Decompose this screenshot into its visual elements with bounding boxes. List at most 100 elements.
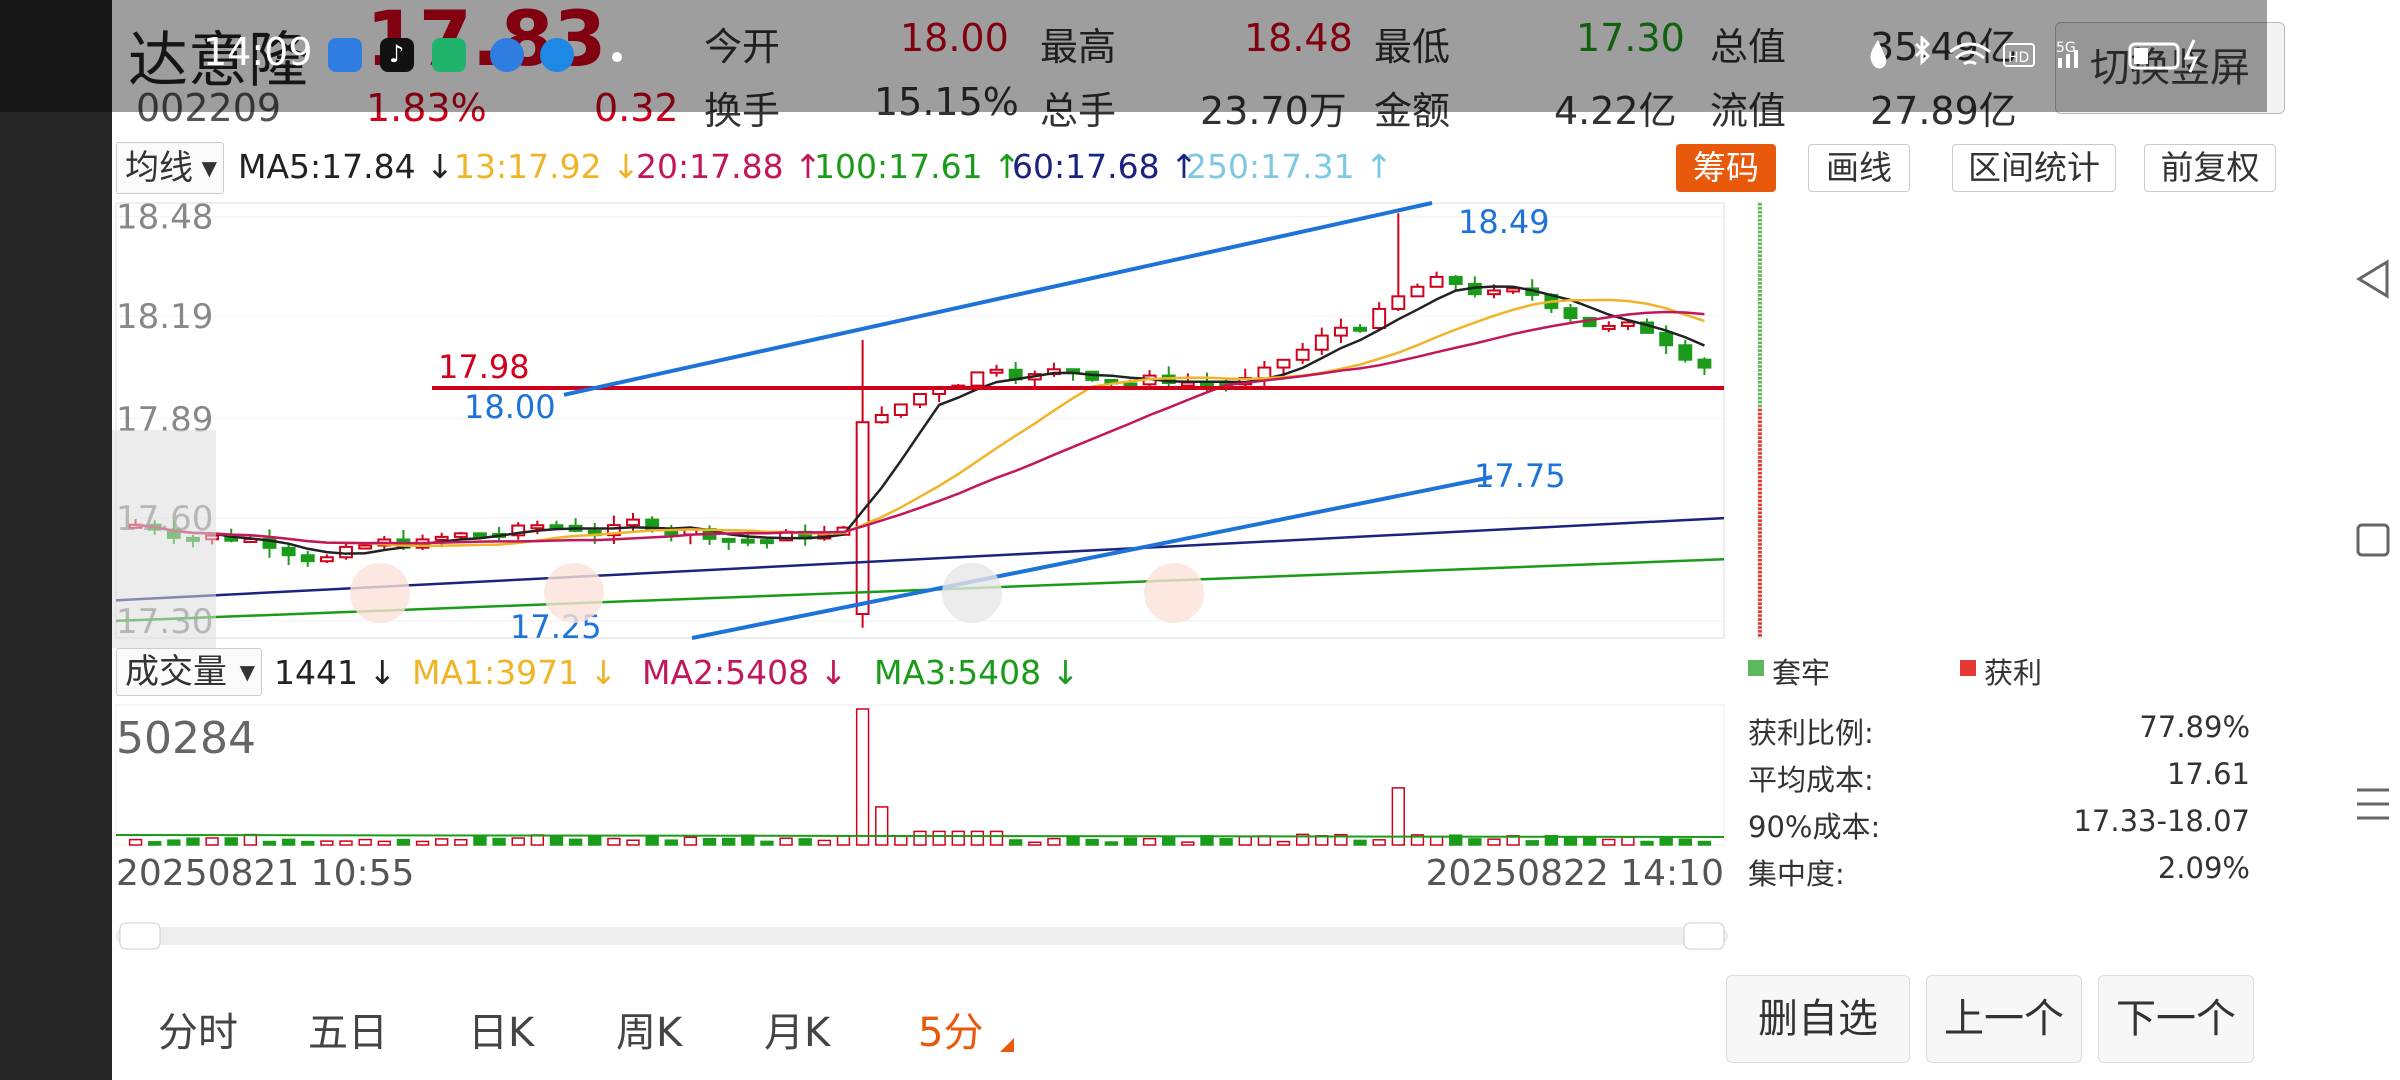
chip-bar <box>1758 369 1762 372</box>
collapse-control-icon <box>1144 563 1204 623</box>
chip-bar <box>1758 226 1762 230</box>
home-icon[interactable] <box>2355 522 2391 558</box>
volume-bar <box>645 835 659 846</box>
candle-body <box>281 546 296 557</box>
candle-body <box>1410 285 1425 298</box>
next-stock-button[interactable]: 下一个 <box>2098 975 2254 1063</box>
chip-bar <box>1758 618 1762 621</box>
system-nav-bar <box>2267 0 2400 1080</box>
chip-bar <box>1758 432 1762 435</box>
chip-bar <box>1758 547 1762 550</box>
chip-bar <box>1758 630 1762 633</box>
chip-bar <box>1758 586 1762 590</box>
candle-body <box>473 532 487 538</box>
ma60-value: 60:17.68 ↑ <box>1012 147 1198 186</box>
volume-bar <box>492 837 506 846</box>
chip-bar <box>1758 333 1762 337</box>
mid-label: 17.75 <box>1474 457 1566 495</box>
candle-body <box>1487 289 1501 296</box>
y-tick-label: 18.19 <box>116 297 213 337</box>
chip-bar <box>1758 262 1762 265</box>
tab-active-indicator <box>1000 1038 1014 1052</box>
adjust-button[interactable]: 前复权 <box>2144 144 2276 192</box>
chip-bar <box>1758 475 1762 479</box>
chip-bar <box>1758 606 1762 609</box>
back-icon[interactable] <box>2353 258 2393 300</box>
volume-bar <box>1468 838 1482 846</box>
ma13-value: 13:17.92 ↓ <box>454 147 640 186</box>
high-label: 18.49 <box>1458 203 1550 241</box>
volume-bar <box>1066 835 1080 846</box>
chip-bar <box>1758 519 1762 522</box>
volume-bar <box>970 830 985 846</box>
chip-bar <box>1758 345 1762 348</box>
volume-bar <box>511 837 525 846</box>
candle-body <box>1506 287 1521 293</box>
candle-body <box>1429 275 1444 288</box>
previous-stock-button[interactable]: 上一个 <box>1926 975 2082 1063</box>
volume-bar <box>339 840 353 846</box>
chip-bar <box>1758 562 1762 566</box>
volume-bar <box>855 708 870 846</box>
volume-bar <box>1162 837 1176 846</box>
tab-daily-k[interactable]: 日K <box>468 1000 534 1058</box>
stat-label-90-cost: 90%成本: <box>1748 810 1881 844</box>
volume-max-label: 50284 <box>116 713 256 764</box>
bluetooth-icon <box>1914 36 1931 66</box>
chip-bar <box>1758 218 1762 222</box>
chip-bar <box>1758 523 1762 526</box>
chip-bar <box>1758 527 1762 530</box>
timeline-scrollbar <box>116 927 1728 945</box>
tab-weekly-k[interactable]: 周K <box>616 1000 682 1058</box>
candle-body <box>1659 331 1674 347</box>
tab-5min[interactable]: 5分 <box>918 1000 983 1058</box>
app-badge-icon <box>490 38 524 72</box>
tab-five-day[interactable]: 五日 <box>308 1000 388 1058</box>
chips-button[interactable]: 筹码 <box>1676 144 1776 192</box>
period-tabs: 分时 五日 日K 周K 月K 5分 <box>112 960 1712 1080</box>
ma-selector[interactable]: 均线 ▼ <box>116 142 224 194</box>
volume-bar <box>473 834 487 846</box>
chip-bar <box>1758 416 1762 420</box>
chip-bar <box>1758 578 1762 582</box>
plus-control-icon <box>544 563 604 623</box>
volume-bar <box>454 838 468 846</box>
volume-bar <box>415 840 430 846</box>
chip-bar <box>1758 590 1762 594</box>
candle-body <box>358 544 373 550</box>
tab-monthly-k[interactable]: 月K <box>764 1000 830 1058</box>
candle-body <box>721 537 736 543</box>
chip-bar <box>1758 539 1762 542</box>
chip-bar <box>1758 313 1762 317</box>
menu-icon[interactable] <box>2353 784 2393 824</box>
chip-bar <box>1758 467 1762 471</box>
chip-bar <box>1758 396 1762 400</box>
volume-bar <box>167 839 181 846</box>
volume-bar <box>1678 838 1692 846</box>
remove-watchlist-button[interactable]: 删自选 <box>1726 975 1910 1063</box>
volume-selector[interactable]: 成交量 ▼ <box>116 648 262 696</box>
candle-body <box>1353 326 1367 332</box>
volume-bar <box>224 837 238 846</box>
chip-bar <box>1758 554 1762 558</box>
chip-bar <box>1758 242 1762 246</box>
app-notification-icon <box>328 38 362 72</box>
chip-bar <box>1758 543 1762 546</box>
chip-bar <box>1758 511 1762 515</box>
chip-bar <box>1758 250 1762 254</box>
range-stats-button[interactable]: 区间统计 <box>1952 144 2116 192</box>
chip-bar <box>1758 598 1762 602</box>
chip-bar <box>1758 444 1762 447</box>
candle-body <box>626 518 640 527</box>
tab-minute[interactable]: 分时 <box>158 1000 238 1058</box>
candle-body <box>874 414 889 424</box>
chip-bar <box>1758 373 1762 376</box>
volume-bar <box>320 840 334 846</box>
volume-bar <box>435 838 449 846</box>
chip-bar <box>1758 452 1762 455</box>
chip-bar <box>1758 214 1762 218</box>
candle-body <box>1448 275 1463 285</box>
candle-body <box>1697 358 1712 369</box>
draw-line-button[interactable]: 画线 <box>1808 144 1910 192</box>
kline-chart[interactable]: 18.4818.1917.8917.6017.3017.9818.0018.49… <box>112 195 1762 965</box>
